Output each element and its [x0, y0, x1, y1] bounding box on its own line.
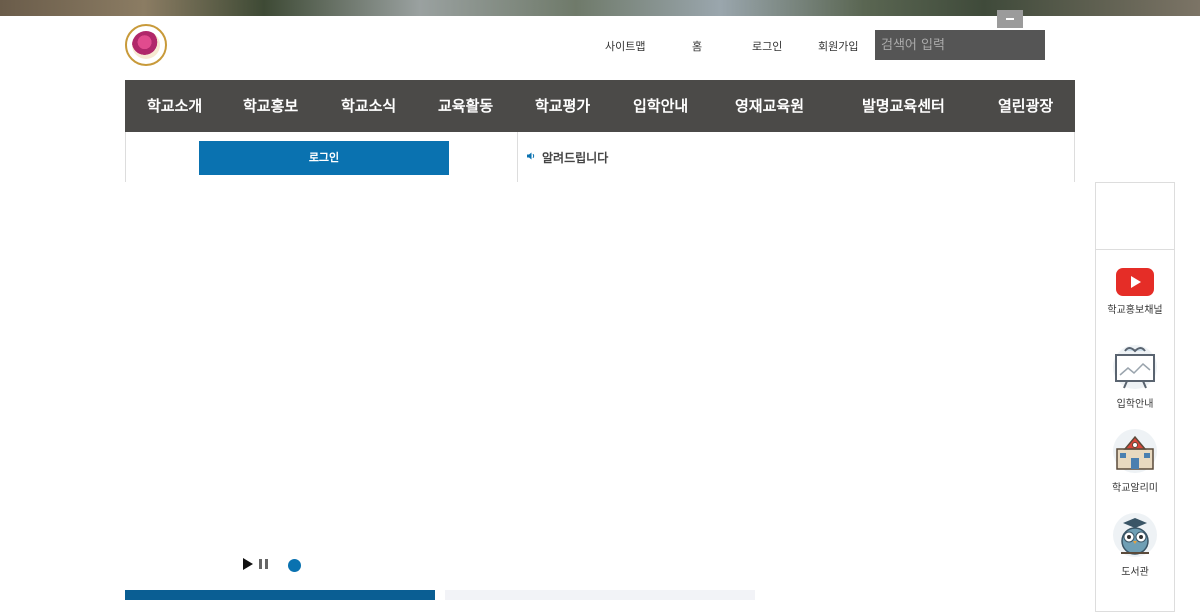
login-button[interactable]: 로그인 — [199, 141, 449, 175]
logo-emblem — [132, 31, 160, 59]
quick-menu: 학교홍보채널 입학안내 학교알리미 도서관 — [1095, 182, 1175, 612]
play-icon[interactable] — [242, 558, 254, 570]
nav-item-education[interactable]: 교육활동 — [438, 80, 493, 132]
slide-indicator-dot[interactable] — [288, 559, 301, 572]
youtube-icon — [1116, 268, 1154, 296]
search-input[interactable] — [875, 30, 1045, 60]
quick-item-label: 학교홍보채널 — [1107, 305, 1163, 316]
quick-item-school-info[interactable]: 학교알리미 — [1096, 427, 1174, 494]
pause-icon[interactable] — [259, 558, 269, 570]
global-nav: 학교소개 학교홍보 학교소식 교육활동 학교평가 입학안내 영재교육원 발명교육… — [125, 80, 1075, 132]
quick-item-admission[interactable]: 입학안내 — [1096, 343, 1174, 410]
quick-item-promo-channel[interactable]: 학교홍보채널 — [1096, 267, 1174, 316]
nav-item-gifted-center[interactable]: 영재교육원 — [735, 80, 804, 132]
quick-item-label: 학교알리미 — [1112, 483, 1158, 494]
school-building-icon — [1113, 429, 1157, 473]
nav-item-evaluation[interactable]: 학교평가 — [535, 80, 590, 132]
quick-item-label: 입학안내 — [1116, 399, 1154, 410]
quick-menu-divider — [1096, 249, 1174, 250]
quick-item-label: 도서관 — [1121, 567, 1149, 578]
school-logo[interactable] — [125, 24, 167, 66]
panel-divider — [517, 132, 518, 182]
nav-item-admission[interactable]: 입학안내 — [633, 80, 688, 132]
notice-title[interactable]: 알려드립니다 — [542, 149, 608, 166]
content-tab-inactive[interactable] — [445, 590, 755, 600]
nav-item-school-intro[interactable]: 학교소개 — [147, 80, 202, 132]
login-link[interactable]: 로그인 — [752, 38, 782, 54]
quick-item-library[interactable]: 도서관 — [1096, 511, 1174, 578]
presentation-board-icon — [1113, 345, 1157, 389]
home-link[interactable]: 홈 — [692, 38, 702, 54]
content-tab-active[interactable] — [125, 590, 435, 600]
signup-link[interactable]: 회원가입 — [818, 38, 858, 54]
sitemap-link[interactable]: 사이트맵 — [605, 38, 645, 54]
collapse-toggle-button[interactable] — [997, 10, 1023, 28]
nav-item-school-pr[interactable]: 학교홍보 — [243, 80, 298, 132]
minus-icon — [1006, 18, 1014, 20]
nav-item-school-news[interactable]: 학교소식 — [341, 80, 396, 132]
nav-item-open-square[interactable]: 열린광장 — [998, 80, 1053, 132]
nav-item-invention-center[interactable]: 발명교육센터 — [862, 80, 945, 132]
owl-icon — [1113, 513, 1157, 557]
speaker-icon — [527, 152, 535, 160]
